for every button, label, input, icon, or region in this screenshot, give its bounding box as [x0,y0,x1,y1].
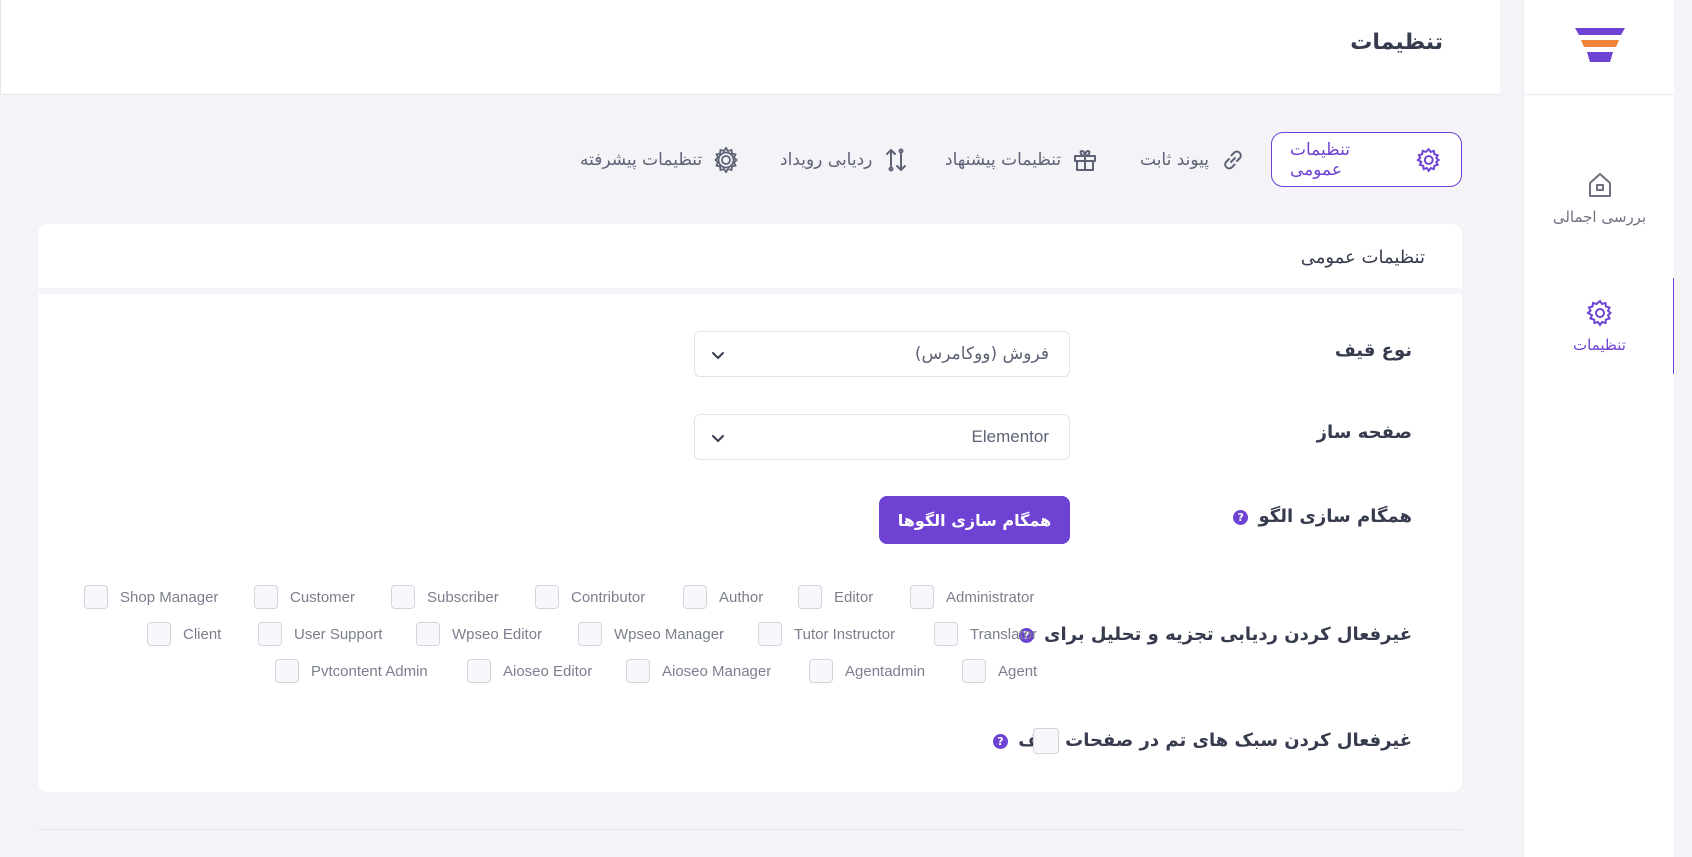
scrollbar-track[interactable] [1674,0,1692,857]
role-checkbox-tutor-instructor[interactable]: Tutor Instructor [758,622,895,646]
sync-templates-button[interactable]: همگام سازی الگوها [879,496,1070,544]
template-sync-label: همگام سازی الگو [1258,506,1412,527]
gift-icon [1074,149,1097,171]
card-header: تنظیمات عمومی [38,224,1462,294]
help-icon[interactable]: ? [992,733,1008,749]
divider [38,829,1462,830]
gear-icon [1416,147,1441,173]
checkbox[interactable] [147,622,171,646]
disable-tracking-label: غیرفعال کردن ردیابی تجزیه و تحلیل برای [1043,624,1412,645]
checkbox[interactable] [798,585,822,609]
card-title: تنظیمات عمومی [1300,247,1425,268]
role-checkbox-shop-manager[interactable]: Shop Manager [84,585,218,609]
disable-theme-styles-checkbox[interactable] [1033,728,1059,754]
settings-tabs: تنظیمات عمومی پیوند ثابت تنظیمات پیشنهاد… [0,132,1462,187]
role-checkbox-wpseo-editor[interactable]: Wpseo Editor [416,622,542,646]
home-icon [1588,173,1611,197]
funnel-logo-icon[interactable] [1575,28,1625,66]
gears-icon [714,145,738,174]
sidebar-item-label: تنظیمات [1573,336,1626,354]
tab-advanced-settings[interactable]: تنظیمات پیشرفته [580,132,740,187]
role-checkbox-customer[interactable]: Customer [254,585,355,609]
tab-label: ردیابی رویداد [780,149,873,170]
tab-label: تنظیمات پیشنهاد [945,149,1062,170]
sidebar-item-label: بررسی اجمالی [1552,208,1647,226]
role-checkbox-author[interactable]: Author [683,585,763,609]
chevron-down-icon [712,352,724,360]
checkbox[interactable] [809,659,833,683]
role-checkbox-subscriber[interactable]: Subscriber [391,585,499,609]
checkbox[interactable] [467,659,491,683]
tab-label: تنظیمات پیشرفته [580,149,703,170]
sidebar: بررسی اجمالی تنظیمات [1523,0,1675,857]
tab-event-tracking[interactable]: ردیابی رویداد [780,132,910,187]
role-checkbox-aioseo-editor[interactable]: Aioseo Editor [467,659,592,683]
role-checkbox-wpseo-manager[interactable]: Wpseo Manager [578,622,724,646]
checkbox[interactable] [535,585,559,609]
swap-icon [886,148,907,171]
tab-label: تنظیمات عمومی [1290,139,1350,180]
role-checkbox-translator[interactable]: Translator [934,622,1037,646]
sidebar-item-overview[interactable]: بررسی اجمالی [1524,170,1675,240]
tab-permalink[interactable]: پیوند ثابت [1140,132,1247,187]
role-checkbox-aioseo-manager[interactable]: Aioseo Manager [626,659,771,683]
role-checkbox-agentadmin[interactable]: Agentadmin [809,659,925,683]
role-checkbox-administrator[interactable]: Administrator [910,585,1034,609]
funnel-type-label: نوع قیف [1334,340,1412,361]
role-checkbox-editor[interactable]: Editor [798,585,873,609]
page-builder-value: Elementor [971,427,1049,446]
funnel-type-value: فروش (ووکامرس) [914,344,1049,364]
sidebar-item-settings[interactable]: تنظیمات [1524,278,1675,374]
page-builder-label: صفحه ساز [1316,422,1412,443]
chevron-down-icon [712,435,724,443]
tab-label: پیوند ثابت [1140,149,1210,170]
checkbox[interactable] [258,622,282,646]
role-checkbox-client[interactable]: Client [147,622,221,646]
general-settings-card: تنظیمات عمومی نوع قیف فروش (ووکامرس) صفح… [38,224,1462,792]
page-title: تنظیمات [1350,30,1443,55]
role-checkbox-user-support[interactable]: User Support [258,622,382,646]
tab-general-settings[interactable]: تنظیمات عمومی [1271,132,1462,187]
checkbox[interactable] [626,659,650,683]
tab-offer-settings[interactable]: تنظیمات پیشنهاد [945,132,1099,187]
logo-area [1524,0,1674,95]
checkbox[interactable] [275,659,299,683]
funnel-type-select[interactable]: فروش (ووکامرس) [694,331,1070,377]
checkbox[interactable] [758,622,782,646]
template-sync-row: همگام سازی الگو ? [1233,506,1412,527]
gear-icon [1585,299,1612,327]
checkbox[interactable] [578,622,602,646]
link-icon [1224,150,1242,169]
checkbox[interactable] [84,585,108,609]
help-icon[interactable]: ? [1233,509,1249,525]
page-header: تنظیمات [0,0,1500,95]
checkbox[interactable] [391,585,415,609]
disable-theme-styles-label: غیرفعال کردن سبک های تم در صفحات قیف [1018,730,1412,751]
checkbox[interactable] [910,585,934,609]
checkbox[interactable] [254,585,278,609]
role-checkbox-agent[interactable]: Agent [962,659,1037,683]
checkbox[interactable] [683,585,707,609]
checkbox[interactable] [934,622,958,646]
page-builder-select[interactable]: Elementor [694,414,1070,460]
checkbox[interactable] [962,659,986,683]
disable-tracking-row: غیرفعال کردن ردیابی تجزیه و تحلیل برای ? [1018,624,1412,645]
role-checkbox-contributor[interactable]: Contributor [535,585,645,609]
role-checkbox-pvtcontent-admin[interactable]: Pvtcontent Admin [275,659,428,683]
checkbox[interactable] [416,622,440,646]
